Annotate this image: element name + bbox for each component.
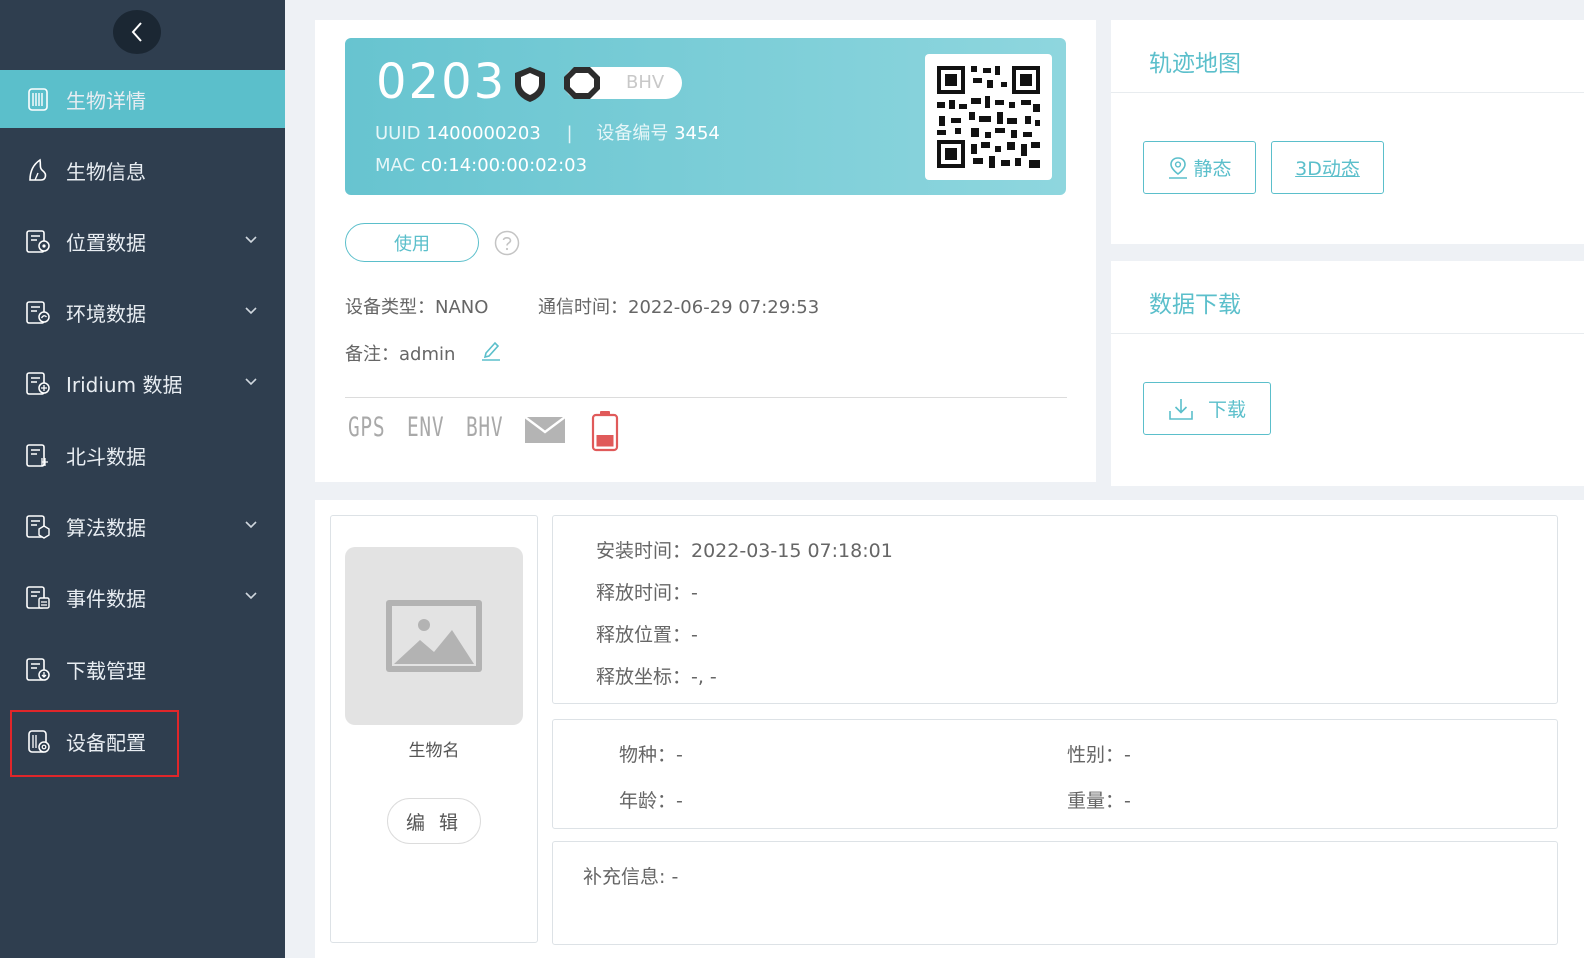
event-doc-icon — [26, 586, 50, 609]
download-label: 下载 — [1207, 399, 1246, 421]
serial-label: 设备编号 — [596, 123, 669, 144]
bhv-label: BHV — [626, 72, 665, 93]
biology-info-box: 物种：- 性别：- 年龄：- 重量：- — [552, 719, 1558, 829]
device-note: 备注：admin — [345, 344, 456, 365]
use-button[interactable]: 使用 — [345, 223, 479, 262]
chevron-down-icon — [245, 521, 257, 529]
chevron-down-icon — [245, 307, 257, 315]
uuid-line: UUID 1400000203 | 设备编号 3454 — [375, 119, 720, 145]
bhv-status: BHV — [466, 412, 504, 443]
download-button[interactable]: 下载 — [1143, 382, 1271, 435]
mac-value: c0:14:00:00:02:03 — [420, 155, 588, 176]
download-icon — [1169, 398, 1193, 420]
age: 年龄：- — [619, 790, 683, 812]
device-card: 0203 BHV UUID 1400000203 | 设备编号 3454 MAC… — [315, 20, 1096, 482]
shield-badge-icon — [515, 67, 545, 102]
qr-code[interactable] — [925, 54, 1052, 180]
sidebar-item-animal-detail[interactable]: 生物详情 — [0, 70, 285, 128]
static-map-button[interactable]: 静态 — [1143, 141, 1256, 194]
weight: 重量：- — [1067, 790, 1131, 812]
sidebar-item-label: 下载管理 — [66, 659, 146, 683]
battery-low-icon — [591, 411, 619, 452]
divider — [345, 397, 1067, 398]
chevron-down-icon — [245, 236, 257, 244]
sidebar-item-label: 生物详情 — [66, 89, 146, 113]
sidebar-item-algo-data[interactable]: 算法数据 — [0, 497, 285, 555]
mac-line: MAC c0:14:00:00:02:03 — [375, 155, 587, 176]
static-map-label: 静态 — [1193, 158, 1232, 180]
uuid-label: UUID — [375, 123, 421, 144]
divider — [1111, 92, 1584, 93]
iridium-doc-icon — [26, 372, 50, 395]
species: 物种：- — [619, 744, 683, 766]
highlight-annotation-box — [10, 710, 179, 777]
location-doc-icon — [26, 230, 50, 253]
device-id: 0203 — [376, 54, 507, 110]
sidebar-item-label: 生物信息 — [66, 160, 146, 184]
extra-info-box: 补充信息: - — [552, 841, 1558, 945]
sidebar-item-env-data[interactable]: 环境数据 — [0, 283, 285, 341]
gps-status: GPS — [348, 412, 386, 443]
animal-photo-panel: 生物名 编 辑 — [330, 515, 538, 943]
bhv-status-pill: BHV — [564, 67, 682, 99]
sidebar-item-label: Iridium 数据 — [66, 373, 183, 397]
divider — [1111, 333, 1584, 334]
extra-info: 补充信息: - — [583, 866, 679, 888]
dynamic-3d-map-button[interactable]: 3D动态 — [1271, 141, 1384, 194]
env-status: ENV — [407, 412, 445, 443]
serial-value: 3454 — [674, 123, 720, 144]
sidebar-item-label: 环境数据 — [66, 302, 146, 326]
octagon-badge-icon — [564, 67, 600, 99]
sidebar-item-label: 事件数据 — [66, 587, 146, 611]
sidebar-item-label: 北斗数据 — [66, 445, 146, 469]
sidebar-item-label: 算法数据 — [66, 516, 146, 540]
device-type: 设备类型：NANO — [345, 297, 489, 318]
image-placeholder-icon — [386, 600, 482, 672]
mac-label: MAC — [375, 155, 416, 176]
release-coords: 释放坐标：-, - — [596, 666, 717, 688]
chevron-down-icon — [245, 592, 257, 600]
sidebar-item-location-data[interactable]: 位置数据 — [0, 212, 285, 270]
sidebar-item-label: 位置数据 — [66, 231, 146, 255]
book-icon — [28, 88, 48, 111]
data-download-card: 数据下载 下载 — [1111, 261, 1584, 486]
install-time: 安装时间：2022-03-15 07:18:01 — [596, 540, 893, 562]
chevron-down-icon — [245, 378, 257, 386]
collapse-sidebar-button[interactable] — [113, 10, 161, 54]
sidebar-item-iridium-data[interactable]: Iridium 数据 — [0, 354, 285, 412]
chevron-left-icon — [131, 22, 142, 42]
release-info-box: 安装时间：2022-03-15 07:18:01 释放时间：- 释放位置：- 释… — [552, 515, 1558, 704]
download-doc-icon — [26, 658, 50, 681]
track-map-card: 轨迹地图 静态 3D动态 — [1111, 20, 1584, 244]
track-map-title: 轨迹地图 — [1149, 51, 1241, 77]
release-location: 释放位置：- — [596, 624, 698, 646]
dynamic-map-label: 3D动态 — [1295, 158, 1360, 180]
data-download-title: 数据下载 — [1149, 292, 1241, 318]
gender: 性别：- — [1067, 744, 1131, 766]
release-time: 释放时间：- — [596, 582, 698, 604]
sidebar-item-download-mgmt[interactable]: 下载管理 — [0, 640, 285, 698]
animal-detail-card: 生物名 编 辑 安装时间：2022-03-15 07:18:01 释放时间：- … — [315, 500, 1584, 958]
sidebar-item-beidou-data[interactable]: 北斗数据 — [0, 426, 285, 484]
help-icon[interactable] — [494, 230, 520, 256]
sidebar-item-event-data[interactable]: 事件数据 — [0, 568, 285, 626]
meta-separator: | — [566, 123, 573, 144]
device-banner: 0203 BHV UUID 1400000203 | 设备编号 3454 MAC… — [345, 38, 1066, 195]
sidebar-item-animal-info[interactable]: 生物信息 — [0, 141, 285, 199]
edit-pencil-icon[interactable] — [481, 339, 501, 361]
edit-animal-button[interactable]: 编 辑 — [387, 798, 481, 844]
env-doc-icon — [26, 301, 50, 324]
sidebar: 生物详情 生物信息 位置数据 环境数据 Iridium 数据 北斗数据 算法数据… — [0, 0, 285, 958]
beidou-doc-icon — [26, 444, 48, 467]
comm-time: 通信时间：2022-06-29 07:29:53 — [538, 297, 820, 318]
qr-code-icon — [937, 66, 1040, 168]
mail-icon — [525, 417, 565, 443]
uuid-value: 1400000203 — [426, 123, 541, 144]
algo-doc-icon — [26, 515, 50, 539]
animal-name-caption: 生物名 — [408, 741, 460, 761]
map-pin-icon — [1169, 156, 1188, 179]
animal-icon — [29, 158, 47, 181]
animal-photo-placeholder — [345, 547, 523, 725]
